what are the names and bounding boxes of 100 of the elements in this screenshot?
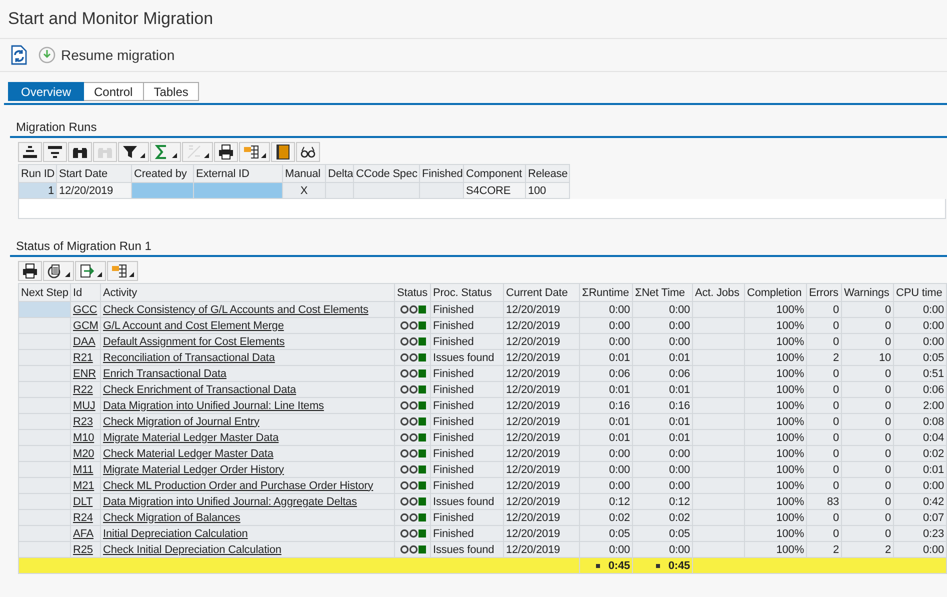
column-header[interactable]: Start Date [56,164,132,182]
column-header[interactable]: Act. Jobs [692,284,744,302]
table-cell: 12/20/2019 [504,430,580,446]
column-header[interactable]: External ID [194,164,282,182]
table-cell: 0:23 [894,526,946,542]
column-header[interactable]: Release [526,164,570,182]
column-header[interactable]: Activity [100,284,394,302]
table-cell: 0:01 [632,382,692,398]
table-cell: 100% [744,366,806,382]
toolbar-button[interactable] [75,261,106,281]
column-header[interactable]: Completion [744,284,806,302]
column-header[interactable]: CPU time [894,284,946,302]
column-header[interactable]: Run ID [18,164,56,182]
column-header[interactable]: ΣNet Time [632,284,692,302]
toolbar-button[interactable] [296,142,320,162]
table-cell: 0:00 [632,478,692,494]
column-header[interactable]: Created by [132,164,194,182]
table-cell[interactable] [18,510,70,526]
table-cell[interactable] [18,334,70,350]
refresh-icon[interactable] [10,45,28,65]
table-cell[interactable] [18,398,70,414]
table-cell[interactable] [18,542,70,558]
tab[interactable]: Control [84,82,144,101]
table-cell: 12/20/2019 [504,494,580,510]
table-cell: 100% [744,382,806,398]
table-cell: 12/20/2019 [504,318,580,334]
toolbar-button[interactable] [18,261,42,281]
table-cell [326,182,354,198]
toolbar-button[interactable] [43,261,74,281]
table-cell: Finished [430,398,504,414]
table-cell: 12/20/2019 [504,334,580,350]
toolbar-button[interactable] [107,261,138,281]
table-cell[interactable] [18,366,70,382]
table-cell[interactable] [18,318,70,334]
table-cell: 0 [806,446,842,462]
table-cell[interactable] [18,446,70,462]
table-cell: 0:06 [580,366,632,382]
table-cell: Finished [430,446,504,462]
toolbar-button[interactable] [18,142,42,162]
column-header[interactable]: Manual [282,164,326,182]
column-header[interactable]: ΣRuntime [580,284,632,302]
toolbar-button[interactable] [214,142,238,162]
table-cell[interactable] [18,526,70,542]
table-cell: Finished [430,510,504,526]
column-header[interactable]: Proc. Status [430,284,504,302]
toolbar-button[interactable] [68,142,92,162]
toolbar-button[interactable] [43,142,67,162]
table-cell: 12/20/2019 [504,350,580,366]
column-header[interactable]: Current Date [504,284,580,302]
column-header[interactable]: Component [464,164,526,182]
toolbar-button[interactable] [118,142,149,162]
tab[interactable]: Overview [8,82,84,101]
table-cell: S4CORE [464,182,526,198]
table-cell: 0 [806,414,842,430]
column-header[interactable]: Errors [806,284,842,302]
table-cell: Issues found [430,494,504,510]
table-cell[interactable] [18,414,70,430]
section-title: Status of Migration Run 1 [16,239,152,253]
table-cell: 12/20/2019 [504,462,580,478]
table-cell: Finished [430,302,504,318]
column-header[interactable]: Id [70,284,100,302]
table-cell: 100% [744,494,806,510]
table-cell: 0 [842,366,894,382]
table-cell[interactable] [18,350,70,366]
table-cell[interactable] [18,494,70,510]
column-header[interactable]: Warnings [842,284,894,302]
table-cell: 0:12 [580,494,632,510]
table-cell: 0 [806,430,842,446]
column-header[interactable]: Status [394,284,430,302]
resume-icon [38,46,56,64]
toolbar-button[interactable] [239,142,270,162]
table-cell[interactable] [18,382,70,398]
table-cell: 0:05 [894,350,946,366]
table-cell: 2:00 [894,398,946,414]
table-cell: 0 [842,510,894,526]
table-cell: 0:05 [632,526,692,542]
column-header[interactable]: CCode Spec [354,164,420,182]
column-header[interactable]: Finished [420,164,464,182]
table-cell: Finished [430,366,504,382]
table-cell: 0 [842,430,894,446]
table-cell[interactable] [18,462,70,478]
table-cell: 2 [842,542,894,558]
toolbar-button[interactable] [271,142,295,162]
status-lights-icon [400,545,426,554]
table-cell: Finished [430,430,504,446]
table-cell: 0:02 [894,446,946,462]
dropdown-arrow-icon [172,153,177,158]
status-lights-icon [400,529,426,538]
table-cell: 0 [842,302,894,318]
table-cell[interactable] [18,430,70,446]
table-cell: 12/20/2019 [504,302,580,318]
table-cell[interactable] [18,478,70,494]
table-cell: 0 [842,526,894,542]
table-cell: 100% [744,350,806,366]
table-cell[interactable] [18,302,70,318]
column-header[interactable]: Next Step [18,284,70,302]
table-cell: 0:06 [894,382,946,398]
status-lights-icon [400,433,426,442]
table-cell: 0:00 [580,478,632,494]
tab[interactable]: Tables [144,82,200,101]
